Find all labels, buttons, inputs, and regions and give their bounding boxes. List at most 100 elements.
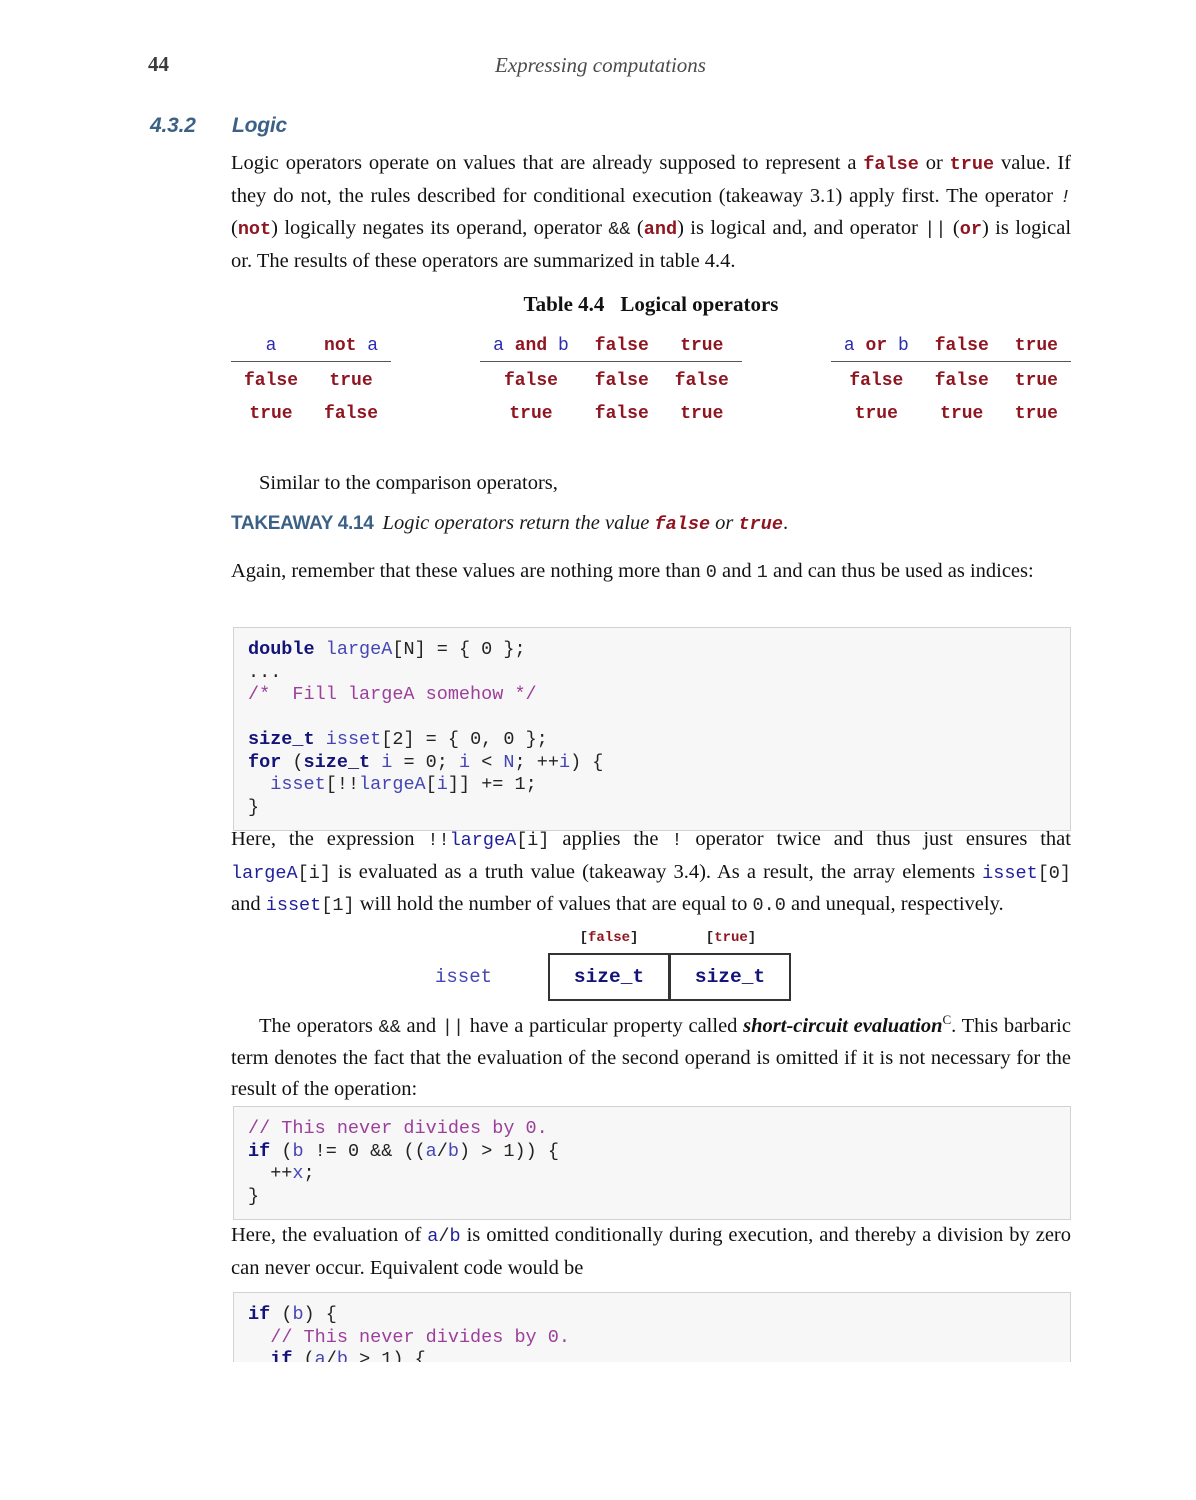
keyword-false: false (587, 930, 630, 946)
text-run: ) is logical and, and operator (677, 217, 925, 239)
code-line: if (b) { (248, 1304, 337, 1325)
text-run: operator twice and thus just ensures tha… (682, 828, 1071, 850)
code-largeA: largeA (449, 830, 517, 851)
table-cell: false (674, 371, 729, 391)
document-page: 44 Expressing computations 4.3.2 Logic Lo… (0, 0, 1196, 1500)
isset-cell-1: size_t (669, 953, 791, 1001)
column-header: false (581, 330, 662, 362)
operator-and-symbol: && (608, 219, 631, 240)
division-paragraph: Here, the evaluation of a/b is omitted c… (231, 1220, 1071, 1283)
text-run: ( (946, 217, 960, 239)
code-largeA: largeA (231, 862, 298, 884)
here-paragraph: Here, the expression !!largeA[i] applies… (231, 824, 1071, 922)
glossary-superscript: C (942, 1012, 952, 1027)
table-cell: true (249, 404, 293, 424)
text-run: Logic operators operate on values that a… (231, 152, 864, 174)
text-run: Logic operators return the value (382, 512, 655, 534)
code-line: size_t isset[2] = { 0, 0 }; (248, 729, 548, 750)
code-line: // This never divides by 0. (270, 1326, 570, 1348)
intro-paragraph-block: Logic operators operate on values that a… (231, 148, 1071, 276)
operator-or-symbol: || (924, 219, 947, 240)
text-run: have a particular property called (464, 1014, 744, 1037)
isset-array-diagram: [false] [true] isset size_t size_t (231, 930, 1071, 1003)
text-run: The operators (259, 1014, 379, 1037)
text-run: and (716, 560, 757, 582)
code-block-isset-counting[interactable]: double largeA[N] = { 0 };.../* Fill larg… (233, 627, 1071, 831)
code-isset: isset (265, 895, 322, 916)
code-bang-bang: !! (427, 830, 450, 851)
keyword-not: not (237, 219, 272, 240)
table-row: false false false (480, 362, 742, 399)
similar-paragraph-block: Similar to the comparison operators, (231, 468, 1071, 499)
code-block-short-circuit[interactable]: // This never divides by 0. if (b != 0 &&… (233, 1106, 1071, 1220)
code-index-1: [1] (321, 895, 355, 916)
text-run: . (782, 512, 789, 534)
table-header-row: a and b false true (480, 330, 742, 362)
again-paragraph-block: Again, remember that these values are no… (231, 556, 1071, 589)
code-line: ++x; (248, 1163, 315, 1184)
table-cell: false (324, 404, 379, 424)
code-b: b (449, 1226, 461, 1247)
table-caption-number: Table 4.4 (523, 292, 605, 316)
table-cell: false (244, 371, 299, 391)
or-table: a or b false true false false true true true tru… (830, 330, 1071, 431)
again-paragraph: Again, remember that these values are no… (231, 556, 1071, 589)
table-cell: true (680, 404, 724, 424)
keyword-and: and (643, 219, 678, 240)
column-header: true (1001, 330, 1071, 362)
text-run: Again, remember that these values are no… (231, 560, 706, 582)
code-line: if (a/b > 1) { (270, 1349, 426, 1362)
table-row: true false true (480, 398, 742, 431)
division-paragraph-block: Here, the evaluation of a/b is omitted c… (231, 1220, 1071, 1283)
section-number: 4.3.2 (150, 114, 196, 137)
code-line: if (b != 0 && ((a/b) > 1)) { (248, 1140, 559, 1162)
and-table: a and b false true false false false true false… (480, 330, 742, 431)
takeaway-block: TAKEAWAY 4.14 Logic operators return the … (231, 512, 1071, 535)
literal-zero: 0 (705, 562, 717, 583)
code-line: } (248, 1185, 260, 1207)
code-index-i: [i] (516, 830, 550, 851)
code-line: double largeA[N] = { 0 }; (248, 639, 526, 660)
operator-or-symbol: || (441, 1016, 465, 1038)
text-run: will hold the number of values that are … (354, 893, 753, 915)
here-paragraph-block: Here, the expression !!largeA[i] applies… (231, 824, 1071, 922)
text-run: ) logically negates its operand, operato… (271, 217, 609, 239)
table-cell: true (854, 404, 898, 424)
keyword-true: true (949, 154, 995, 175)
keyword-false: false (654, 514, 711, 535)
keyword-true: true (738, 514, 783, 535)
code-line: for (size_t i = 0; i < N; ++i) { (248, 751, 604, 773)
code-line: ... (248, 661, 282, 683)
table-row: true false (231, 398, 391, 431)
table-cell: false (503, 371, 558, 391)
code-bang: ! (671, 830, 683, 851)
short-circuit-paragraph-block: The operators && and || have a particula… (231, 1005, 1071, 1104)
operator-not-symbol: ! (1059, 186, 1071, 208)
table-cell: true (329, 371, 373, 391)
text-run: and (400, 1014, 442, 1037)
text-run: and can thus be used as indices: (767, 560, 1034, 582)
short-circuit-paragraph: The operators && and || have a particula… (231, 1005, 1071, 1104)
isset-array-name: isset (435, 966, 493, 988)
column-header: a (231, 330, 312, 362)
table-cell: false (849, 371, 904, 391)
text-run: or (710, 512, 739, 534)
code-zero-point-zero: 0.0 (752, 895, 786, 916)
table-cell: false (594, 371, 649, 391)
table-cell: false (594, 404, 649, 424)
text-run: Here, the expression (231, 828, 428, 850)
code-index-i: [i] (297, 862, 331, 884)
code-a: a (427, 1226, 439, 1247)
text-run: or (918, 152, 950, 174)
table-cell: true (1014, 371, 1058, 391)
isset-cells-row: isset size_t size_t (435, 953, 792, 1003)
text-run: applies the (549, 828, 672, 850)
column-header: false (921, 330, 1002, 362)
code-line: // This never divides by 0. (248, 1118, 548, 1139)
code-index-0: [0] (1037, 862, 1071, 884)
table-cell: true (1014, 404, 1058, 424)
column-header: a and b (480, 330, 582, 362)
code-line: isset[!!largeA[i]] += 1; (270, 774, 537, 795)
code-block-equivalent-nested-if[interactable]: if (b) { // This never divides by 0. if … (233, 1292, 1071, 1362)
section-heading: 4.3.2 Logic (150, 114, 287, 138)
